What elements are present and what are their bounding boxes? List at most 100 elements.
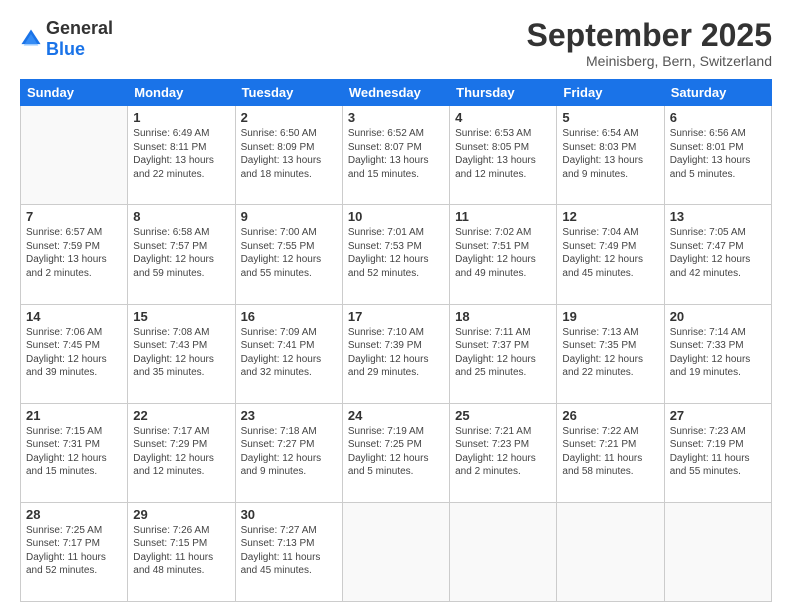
day-info: Sunrise: 7:17 AM Sunset: 7:29 PM Dayligh… [133,425,229,479]
logo-blue: Blue [46,39,85,59]
day-number: 4 [455,110,551,125]
day-info: Sunrise: 7:19 AM Sunset: 7:25 PM Dayligh… [348,425,444,479]
day-info: Sunrise: 7:22 AM Sunset: 7:21 PM Dayligh… [562,425,658,479]
table-row: 24 Sunrise: 7:19 AM Sunset: 7:25 PM Dayli… [342,403,449,502]
table-row: 2 Sunrise: 6:50 AM Sunset: 8:09 PM Daylig… [235,106,342,205]
weekday-header-row: Sunday Monday Tuesday Wednesday Thursday… [21,80,772,106]
day-info: Sunrise: 7:15 AM Sunset: 7:31 PM Dayligh… [26,425,122,479]
table-row: 28 Sunrise: 7:25 AM Sunset: 7:17 PM Dayli… [21,502,128,601]
table-row [342,502,449,601]
day-info: Sunrise: 7:21 AM Sunset: 7:23 PM Dayligh… [455,425,551,479]
table-row: 3 Sunrise: 6:52 AM Sunset: 8:07 PM Daylig… [342,106,449,205]
main-title: September 2025 [527,18,772,53]
day-info: Sunrise: 7:25 AM Sunset: 7:17 PM Dayligh… [26,524,122,578]
day-number: 25 [455,408,551,423]
table-row: 30Sunrise: 7:27 AM Sunset: 7:13 PM Dayli… [235,502,342,601]
header-monday: Monday [128,80,235,106]
subtitle: Meinisberg, Bern, Switzerland [527,53,772,69]
table-row [557,502,664,601]
day-number: 2 [241,110,337,125]
day-info: Sunrise: 7:10 AM Sunset: 7:39 PM Dayligh… [348,326,444,380]
table-row: 4 Sunrise: 6:53 AM Sunset: 8:05 PM Daylig… [450,106,557,205]
day-number: 14 [26,309,122,324]
table-row [21,106,128,205]
table-row: 16 Sunrise: 7:09 AM Sunset: 7:41 PM Dayli… [235,304,342,403]
day-info: Sunrise: 7:06 AM Sunset: 7:45 PM Dayligh… [26,326,122,380]
day-info: Sunrise: 6:53 AM Sunset: 8:05 PM Dayligh… [455,127,551,181]
day-number: 3 [348,110,444,125]
header-saturday: Saturday [664,80,771,106]
day-info: Sunrise: 6:54 AM Sunset: 8:03 PM Dayligh… [562,127,658,181]
logo-icon [20,28,42,50]
table-row: 5 Sunrise: 6:54 AM Sunset: 8:03 PM Daylig… [557,106,664,205]
day-number: 5 [562,110,658,125]
day-number: 15 [133,309,229,324]
day-info: Sunrise: 7:05 AM Sunset: 7:47 PM Dayligh… [670,226,766,280]
table-row: 20Sunrise: 7:14 AM Sunset: 7:33 PM Dayli… [664,304,771,403]
table-row: 1 Sunrise: 6:49 AM Sunset: 8:11 PM Daylig… [128,106,235,205]
day-number: 13 [670,209,766,224]
day-number: 29 [133,507,229,522]
table-row: 22Sunrise: 7:17 AM Sunset: 7:29 PM Dayli… [128,403,235,502]
day-number: 26 [562,408,658,423]
day-info: Sunrise: 7:26 AM Sunset: 7:15 PM Dayligh… [133,524,229,578]
day-info: Sunrise: 7:23 AM Sunset: 7:19 PM Dayligh… [670,425,766,479]
day-number: 21 [26,408,122,423]
day-number: 17 [348,309,444,324]
header-wednesday: Wednesday [342,80,449,106]
calendar-table: Sunday Monday Tuesday Wednesday Thursday… [20,79,772,602]
table-row: 9Sunrise: 7:00 AM Sunset: 7:55 PM Daylig… [235,205,342,304]
day-info: Sunrise: 7:09 AM Sunset: 7:41 PM Dayligh… [241,326,337,380]
logo-general: General [46,18,113,38]
table-row: 21 Sunrise: 7:15 AM Sunset: 7:31 PM Dayli… [21,403,128,502]
day-info: Sunrise: 7:18 AM Sunset: 7:27 PM Dayligh… [241,425,337,479]
header-tuesday: Tuesday [235,80,342,106]
table-row: 25 Sunrise: 7:21 AM Sunset: 7:23 PM Dayli… [450,403,557,502]
day-info: Sunrise: 6:49 AM Sunset: 8:11 PM Dayligh… [133,127,229,181]
table-row: 26 Sunrise: 7:22 AM Sunset: 7:21 PM Dayli… [557,403,664,502]
day-info: Sunrise: 6:50 AM Sunset: 8:09 PM Dayligh… [241,127,337,181]
day-number: 1 [133,110,229,125]
day-number: 6 [670,110,766,125]
day-number: 28 [26,507,122,522]
day-number: 27 [670,408,766,423]
day-info: Sunrise: 7:02 AM Sunset: 7:51 PM Dayligh… [455,226,551,280]
day-info: Sunrise: 7:11 AM Sunset: 7:37 PM Dayligh… [455,326,551,380]
day-info: Sunrise: 7:08 AM Sunset: 7:43 PM Dayligh… [133,326,229,380]
day-number: 23 [241,408,337,423]
day-info: Sunrise: 6:56 AM Sunset: 8:01 PM Dayligh… [670,127,766,181]
header: General Blue September 2025 Meinisberg, … [20,18,772,69]
page: General Blue September 2025 Meinisberg, … [0,0,792,612]
day-number: 8 [133,209,229,224]
table-row: 8 Sunrise: 6:58 AM Sunset: 7:57 PM Daylig… [128,205,235,304]
header-friday: Friday [557,80,664,106]
day-number: 30 [241,507,337,522]
table-row: 7Sunrise: 6:57 AM Sunset: 7:59 PM Daylig… [21,205,128,304]
day-info: Sunrise: 6:58 AM Sunset: 7:57 PM Dayligh… [133,226,229,280]
day-number: 24 [348,408,444,423]
day-number: 12 [562,209,658,224]
day-number: 19 [562,309,658,324]
table-row: 14 Sunrise: 7:06 AM Sunset: 7:45 PM Dayli… [21,304,128,403]
day-info: Sunrise: 6:52 AM Sunset: 8:07 PM Dayligh… [348,127,444,181]
title-block: September 2025 Meinisberg, Bern, Switzer… [527,18,772,69]
day-number: 9 [241,209,337,224]
table-row: 6 Sunrise: 6:56 AM Sunset: 8:01 PM Daylig… [664,106,771,205]
day-info: Sunrise: 7:01 AM Sunset: 7:53 PM Dayligh… [348,226,444,280]
day-number: 11 [455,209,551,224]
header-thursday: Thursday [450,80,557,106]
table-row [664,502,771,601]
table-row: 11 Sunrise: 7:02 AM Sunset: 7:51 PM Dayli… [450,205,557,304]
day-number: 18 [455,309,551,324]
day-number: 16 [241,309,337,324]
day-info: Sunrise: 7:04 AM Sunset: 7:49 PM Dayligh… [562,226,658,280]
table-row: 29 Sunrise: 7:26 AM Sunset: 7:15 PM Dayli… [128,502,235,601]
day-number: 7 [26,209,122,224]
day-number: 20 [670,309,766,324]
table-row: 19Sunrise: 7:13 AM Sunset: 7:35 PM Dayli… [557,304,664,403]
table-row: 13 Sunrise: 7:05 AM Sunset: 7:47 PM Dayli… [664,205,771,304]
day-number: 10 [348,209,444,224]
logo: General Blue [20,18,113,60]
table-row: 18 Sunrise: 7:11 AM Sunset: 7:37 PM Dayli… [450,304,557,403]
table-row: 23 Sunrise: 7:18 AM Sunset: 7:27 PM Dayli… [235,403,342,502]
